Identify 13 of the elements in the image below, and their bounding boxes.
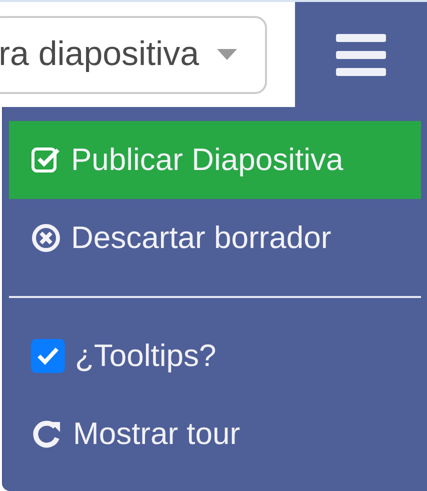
checkmark-icon <box>36 346 60 366</box>
select-field[interactable]: ra diapositiva <box>0 16 267 94</box>
menu-item[interactable]: Mostrar tour <box>9 395 421 473</box>
refresh-icon <box>31 418 63 450</box>
menu-item[interactable]: Publicar Diapositiva <box>9 121 421 199</box>
checkbox-icon <box>31 145 61 175</box>
menu-button[interactable] <box>295 2 427 107</box>
close-circle-icon <box>31 223 61 253</box>
menu-item[interactable]: ¿Tooltips? <box>9 317 421 395</box>
menu-icon <box>336 34 386 76</box>
menu-item[interactable]: Descartar borrador <box>9 199 421 277</box>
checkbox[interactable] <box>31 339 65 373</box>
caret-icon <box>217 49 237 60</box>
